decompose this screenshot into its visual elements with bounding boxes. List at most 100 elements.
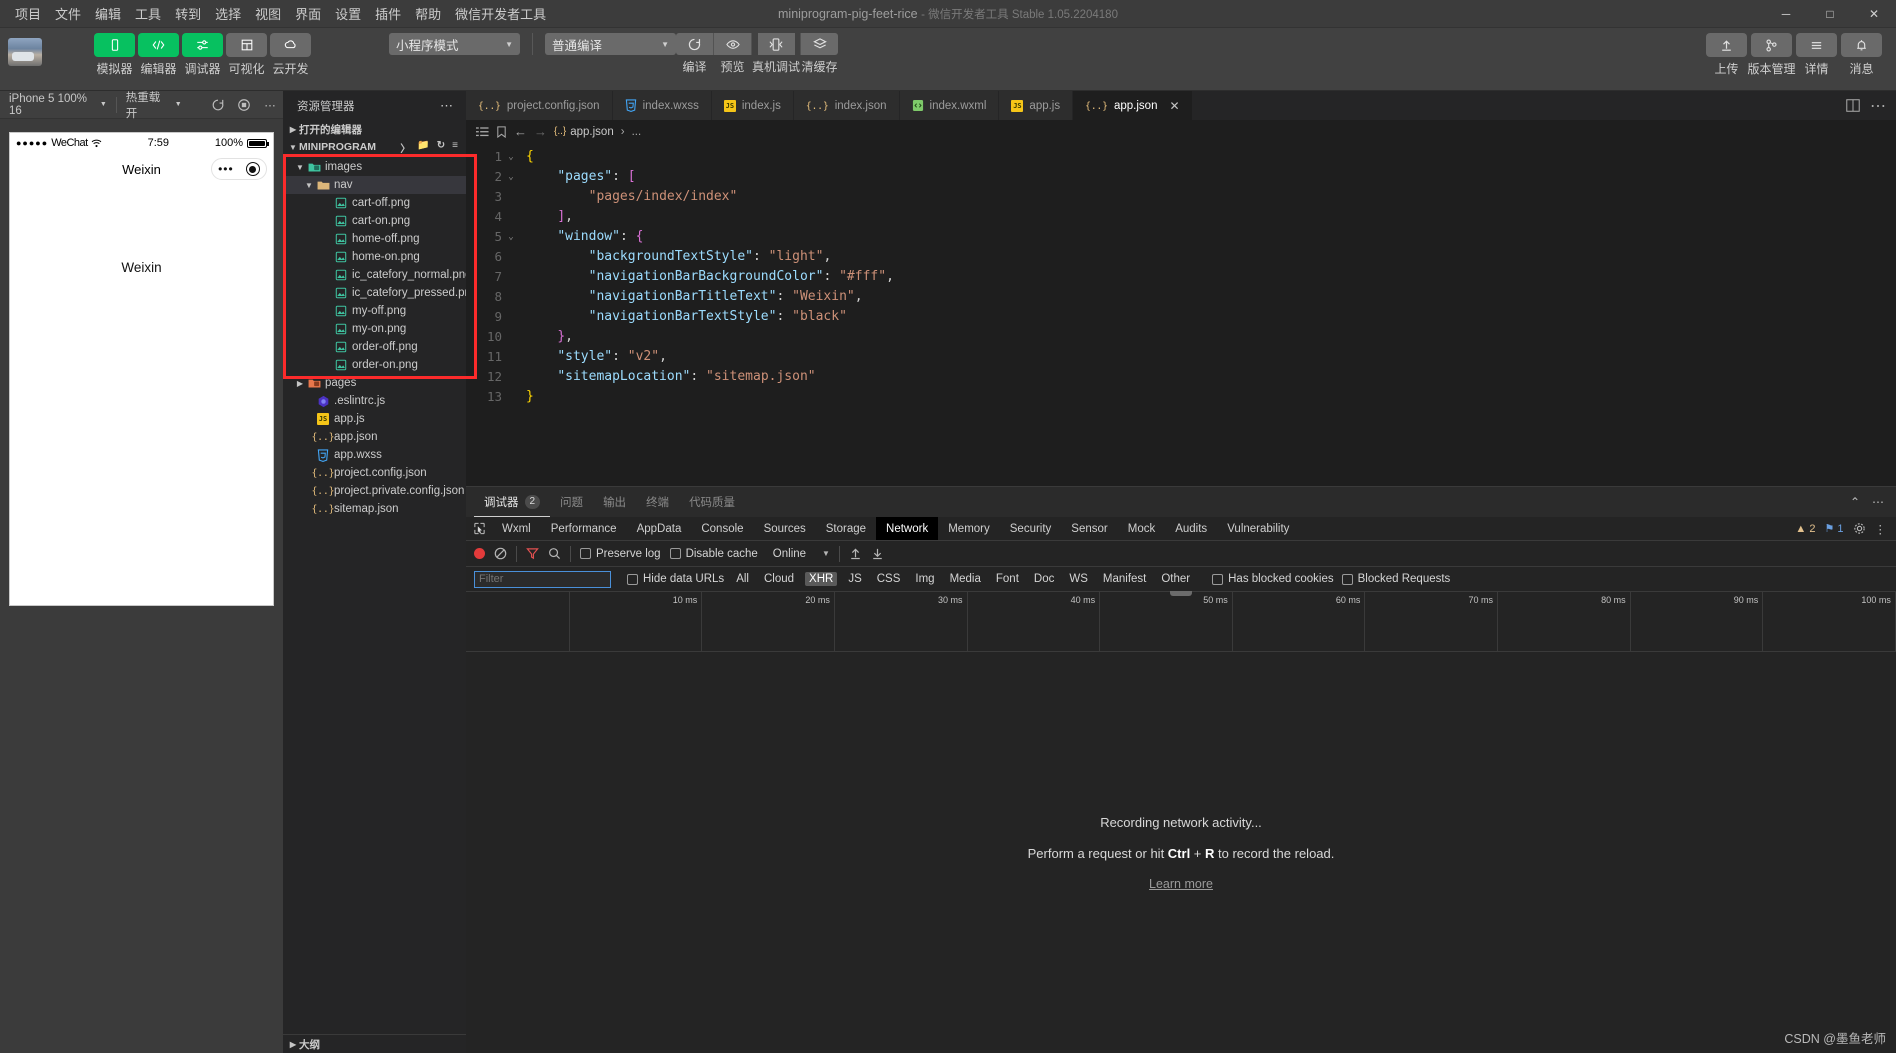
editor-tab-0[interactable]: {..} project.config.json — [466, 91, 613, 120]
phone-preview[interactable]: ●●●●● WeChat 7:59 100% Weixin ••• Weixin — [9, 132, 274, 606]
toolbar-right-button-3[interactable]: 消息 — [1841, 33, 1882, 77]
editor-tab-2[interactable]: JS index.js — [711, 91, 794, 120]
tree-item[interactable]: home-on.png — [283, 248, 466, 266]
toolbar-right-button-2[interactable]: 详情 — [1796, 33, 1837, 77]
warning-count[interactable]: ▲ 2 — [1795, 523, 1815, 535]
code-editor[interactable]: 1 ⌄{2 ⌄ "pages": [3 "pages/index/index" 4 ]… — [466, 143, 1896, 486]
device-select[interactable]: iPhone 5 100% 16 ▼ — [0, 91, 116, 118]
open-editors-section[interactable]: ▶ 打开的编辑器 — [283, 120, 466, 138]
resource-filter-js[interactable]: JS — [844, 572, 865, 586]
devtools-panel-wxml[interactable]: Wxml — [492, 517, 541, 540]
tree-item[interactable]: .eslintrc.js — [283, 392, 466, 410]
tree-item[interactable]: ic_catefory_normal.png — [283, 266, 466, 284]
tree-item[interactable]: home-off.png — [283, 230, 466, 248]
export-har-icon[interactable] — [871, 547, 884, 560]
toolbar-button-0[interactable]: 模拟器 — [94, 33, 135, 77]
resource-filter-cloud[interactable]: Cloud — [760, 572, 798, 586]
tree-item[interactable]: ▼ nav — [283, 176, 466, 194]
menu-item-9[interactable]: 插件 — [368, 0, 408, 27]
menu-item-4[interactable]: 转到 — [168, 0, 208, 27]
filter-icon[interactable] — [526, 547, 539, 560]
learn-more-link[interactable]: Learn more — [1149, 877, 1213, 891]
tree-item[interactable]: my-off.png — [283, 302, 466, 320]
toolbar-right-button-1[interactable]: 版本管理 — [1748, 33, 1796, 77]
network-timeline-overview[interactable]: 10 ms 20 ms 30 ms 40 ms 50 ms 60 ms 70 ms 80 ms… — [466, 591, 1896, 652]
new-folder-icon[interactable]: 📁 — [417, 140, 429, 155]
refresh-explorer-icon[interactable]: ↻ — [437, 140, 445, 155]
resource-filter-all[interactable]: All — [732, 572, 753, 586]
menu-item-8[interactable]: 设置 — [328, 0, 368, 27]
hide-data-urls-checkbox[interactable]: Hide data URLs — [627, 573, 724, 585]
toolbar-button-2[interactable]: 调试器 — [182, 33, 223, 77]
menu-item-11[interactable]: 微信开发者工具 — [448, 0, 553, 27]
menu-item-3[interactable]: 工具 — [128, 0, 168, 27]
import-har-icon[interactable] — [849, 547, 862, 560]
devtools-panel-security[interactable]: Security — [1000, 517, 1062, 540]
error-count[interactable]: ⚑ 1 — [1824, 522, 1843, 535]
compile-action-2[interactable]: 真机调试 — [752, 33, 800, 75]
throttle-select-value[interactable]: Online — [773, 548, 806, 560]
split-editor-icon[interactable] — [1846, 99, 1860, 112]
bookmark-icon[interactable] — [496, 125, 507, 138]
devtools-panel-memory[interactable]: Memory — [938, 517, 1000, 540]
menu-item-7[interactable]: 界面 — [288, 0, 328, 27]
gear-icon[interactable] — [1853, 522, 1866, 535]
tree-item[interactable]: ▼ images — [283, 158, 466, 176]
clear-icon[interactable] — [494, 547, 507, 560]
devtools-panel-sensor[interactable]: Sensor — [1061, 517, 1117, 540]
file-tree[interactable]: ▼ images ▼ nav cart-off.png cart-on.png home-o… — [283, 156, 466, 1034]
disable-cache-checkbox[interactable]: Disable cache — [669, 548, 758, 560]
record-icon[interactable] — [474, 548, 485, 559]
collapse-all-icon[interactable]: ≡ — [452, 140, 458, 155]
nav-forward-icon[interactable]: → — [534, 124, 547, 139]
devtools-panel-mock[interactable]: Mock — [1118, 517, 1165, 540]
tree-item[interactable]: {..} project.config.json — [283, 464, 466, 482]
preserve-log-checkbox[interactable]: Preserve log — [580, 548, 661, 560]
tree-item[interactable]: JS app.js — [283, 410, 466, 428]
project-avatar[interactable] — [8, 38, 42, 66]
devtools-tab-0[interactable]: 调试器 2 — [474, 487, 551, 517]
hot-reload-select[interactable]: 热重载 开 ▼ — [117, 91, 191, 120]
toolbar-right-button-0[interactable]: 上传 — [1706, 33, 1747, 77]
menu-item-2[interactable]: 编辑 — [88, 0, 128, 27]
nav-back-icon[interactable]: ← — [514, 124, 527, 139]
tree-item[interactable]: {..} app.json — [283, 428, 466, 446]
close-icon[interactable]: ✕ — [1169, 99, 1179, 113]
wechat-capsule-button[interactable]: ••• — [211, 158, 267, 180]
menu-item-0[interactable]: 项目 — [8, 0, 48, 27]
chevron-down-icon[interactable]: ▼ — [822, 549, 830, 558]
devtools-panel-storage[interactable]: Storage — [816, 517, 876, 540]
devtools-panel-audits[interactable]: Audits — [1165, 517, 1217, 540]
toolbar-button-1[interactable]: 编辑器 — [138, 33, 179, 77]
editor-tab-4[interactable]: index.wxml — [899, 91, 1000, 120]
fold-toggle-icon[interactable]: ⌄ — [502, 147, 520, 167]
toolbar-button-4[interactable]: 云开发 — [270, 33, 311, 77]
new-file-icon[interactable]: 〉 — [400, 140, 410, 155]
minimize-icon[interactable]: ─ — [1764, 0, 1808, 28]
tree-item[interactable]: app.wxss — [283, 446, 466, 464]
devtools-panel-appdata[interactable]: AppData — [627, 517, 692, 540]
menu-item-10[interactable]: 帮助 — [408, 0, 448, 27]
tree-item[interactable]: order-off.png — [283, 338, 466, 356]
tree-item[interactable]: {..} project.private.config.json — [283, 482, 466, 500]
menu-item-5[interactable]: 选择 — [208, 0, 248, 27]
simulator-record-icon[interactable] — [231, 98, 257, 112]
tree-item[interactable]: {..} sitemap.json — [283, 500, 466, 518]
close-icon[interactable]: ✕ — [1852, 0, 1896, 28]
blocked-requests-checkbox[interactable]: Blocked Requests — [1341, 573, 1450, 585]
resource-filter-img[interactable]: Img — [911, 572, 938, 586]
devtools-tab-3[interactable]: 终端 — [636, 487, 679, 517]
devtools-panel-console[interactable]: Console — [691, 517, 753, 540]
compile-select[interactable]: 普通编译 ▼ — [545, 33, 676, 55]
compile-action-3[interactable]: 清缓存 — [801, 33, 839, 75]
devtools-tab-2[interactable]: 输出 — [593, 487, 636, 517]
menu-item-6[interactable]: 视图 — [248, 0, 288, 27]
timeline-drag-handle[interactable] — [1170, 591, 1192, 596]
devtools-tab-1[interactable]: 问题 — [550, 487, 593, 517]
tree-item[interactable]: order-on.png — [283, 356, 466, 374]
tree-item[interactable]: cart-off.png — [283, 194, 466, 212]
explorer-more-icon[interactable]: ⋯ — [440, 98, 454, 114]
devtools-more-icon[interactable]: ⋯ — [1872, 495, 1884, 509]
simulator-refresh-icon[interactable] — [205, 98, 231, 112]
resource-filter-font[interactable]: Font — [992, 572, 1023, 586]
